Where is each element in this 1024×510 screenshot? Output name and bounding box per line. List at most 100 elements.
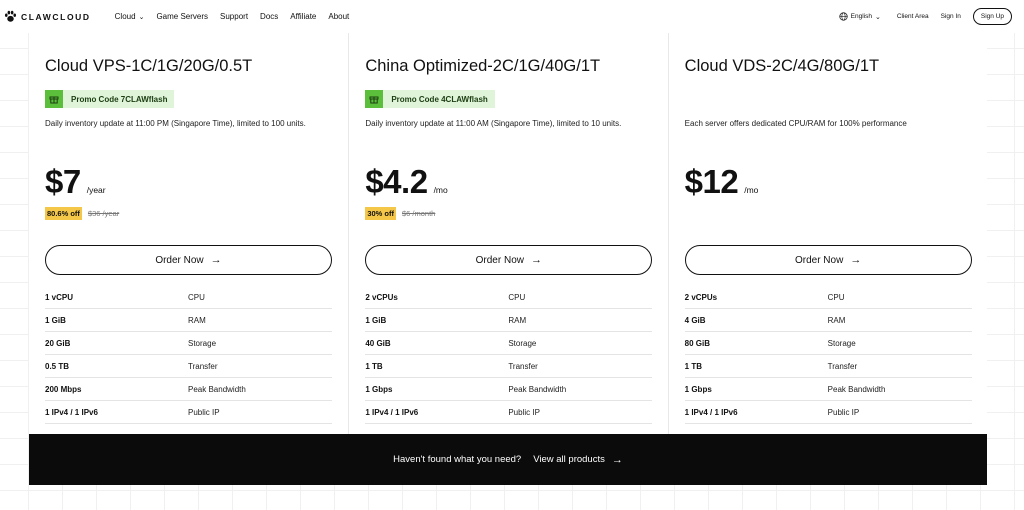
price-row: $4.2 /mo	[365, 163, 447, 201]
promo-badge: Promo Code 7CLAWflash	[45, 90, 175, 108]
nav-item-label: Cloud	[114, 12, 136, 21]
spec-label: Storage	[508, 338, 537, 348]
spec-row: 1 GiB RAM	[45, 309, 332, 332]
arrow-right-icon: →	[531, 254, 542, 266]
spec-label: Storage	[188, 338, 217, 348]
plan-cards: Cloud VPS-1C/1G/20G/0.5T Promo Code 7CLA…	[29, 33, 987, 434]
spec-label: Peak Bandwidth	[508, 384, 567, 394]
spec-value: 2 vCPUs	[684, 292, 718, 302]
spec-value: 1 vCPU	[45, 292, 74, 302]
spec-value: 1 GiB	[365, 315, 387, 325]
nav-item-label: About	[328, 12, 350, 21]
brand-logo[interactable]: CLAWCLOUD	[4, 10, 91, 23]
sign-in-link[interactable]: Sign In	[941, 13, 961, 20]
language-selector[interactable]: English ⌄	[839, 12, 881, 21]
spec-value: 1 GiB	[45, 315, 66, 325]
nav-item-support[interactable]: Support	[220, 12, 248, 21]
spec-row: 1 TB Transfer	[684, 355, 972, 378]
paw-icon	[4, 10, 17, 22]
spec-label: Public IP	[508, 407, 540, 417]
spec-value: 1 Gbps	[684, 384, 712, 394]
plan-title: China Optimized-2C/1G/40G/1T	[365, 57, 601, 75]
spec-row: 1 vCPU CPU	[45, 286, 332, 309]
banner-question: Haven't found what you need?	[393, 454, 522, 465]
nav-item-game-servers[interactable]: Game Servers	[156, 12, 208, 21]
spec-label: CPU	[188, 292, 205, 302]
plan-card-cloud-vds: Cloud VDS-2C/4G/80G/1T Each server offer…	[667, 33, 987, 434]
promo-code: Promo Code 7CLAWflash	[71, 94, 168, 104]
spec-value: 40 GiB	[365, 338, 391, 348]
spec-row: 2 vCPUs CPU	[365, 286, 653, 309]
spec-row: 4 GiB RAM	[684, 309, 972, 332]
nav-item-docs[interactable]: Docs	[260, 12, 278, 21]
order-label: Order Now	[475, 254, 524, 266]
spec-label: CPU	[827, 292, 845, 302]
order-now-button[interactable]: Order Now →	[684, 245, 972, 275]
nav-item-affiliate[interactable]: Affiliate	[290, 12, 316, 21]
spec-row: 1 GiB RAM	[365, 309, 653, 332]
plan-price: $12	[684, 163, 739, 200]
nav-item-label: Affiliate	[290, 12, 317, 21]
spec-value: 1 IPv4 / 1 IPv6	[365, 407, 419, 417]
spec-value: 4 GiB	[684, 315, 706, 325]
spec-label: RAM	[827, 315, 846, 325]
spec-label: RAM	[508, 315, 527, 325]
spec-row: 1 Gbps Peak Bandwidth	[365, 378, 653, 401]
original-price: $36 /year	[87, 209, 120, 218]
promo-badge: Promo Code 4CLAWflash	[365, 90, 495, 108]
spec-label: Transfer	[508, 361, 538, 371]
nav-item-label: Game Servers	[156, 12, 209, 21]
spec-value: 0.5 TB	[45, 361, 70, 371]
plan-price: $4.2	[365, 163, 428, 200]
order-now-button[interactable]: Order Now →	[365, 245, 653, 275]
price-period: /mo	[433, 185, 448, 195]
original-price: $6 /month	[402, 209, 436, 218]
spec-label: Public IP	[827, 407, 860, 417]
spec-value: 200 Mbps	[45, 384, 82, 394]
spec-label: Storage	[827, 338, 856, 348]
brand-name: CLAWCLOUD	[21, 11, 91, 22]
spec-row: 200 Mbps Peak Bandwidth	[45, 378, 332, 401]
spec-value: 1 IPv4 / 1 IPv6	[684, 407, 738, 417]
discount-badge: 30% off	[365, 207, 396, 220]
spec-list: 2 vCPUs CPU 4 GiB RAM 80 GiB Storage 1 TB Tr…	[684, 286, 972, 424]
spec-row: 1 IPv4 / 1 IPv6 Public IP	[684, 401, 972, 424]
order-label: Order Now	[794, 254, 844, 266]
spec-label: Peak Bandwidth	[188, 384, 246, 394]
products-banner: Haven't found what you need? View all pr…	[29, 434, 987, 485]
language-label: English	[850, 13, 872, 20]
spec-value: 1 TB	[365, 361, 383, 371]
gift-icon	[365, 90, 384, 108]
spec-label: Peak Bandwidth	[827, 384, 886, 394]
plan-card-china-optimized: China Optimized-2C/1G/40G/1T Promo Code …	[348, 33, 667, 434]
banner-link-label: View all products	[533, 454, 605, 465]
spec-value: 1 IPv4 / 1 IPv6	[45, 407, 98, 417]
arrow-right-icon: →	[611, 453, 623, 466]
spec-label: RAM	[188, 315, 206, 325]
spec-label: Public IP	[188, 407, 220, 417]
promo-code: Promo Code 4CLAWflash	[391, 94, 488, 104]
spec-list: 1 vCPU CPU 1 GiB RAM 20 GiB Storage 0.5 TB T…	[45, 286, 332, 424]
price-row: $7 /year	[45, 163, 106, 201]
spec-row: 1 IPv4 / 1 IPv6 Public IP	[365, 401, 653, 424]
price-period: /mo	[744, 185, 759, 195]
plan-title: Cloud VPS-1C/1G/20G/0.5T	[45, 57, 253, 75]
spec-value: 1 TB	[684, 361, 702, 371]
spec-row: 40 GiB Storage	[365, 332, 653, 355]
nav-item-cloud[interactable]: Cloud ⌄	[115, 12, 145, 21]
plan-card-cloud-vps: Cloud VPS-1C/1G/20G/0.5T Promo Code 7CLA…	[29, 33, 348, 434]
sign-up-button[interactable]: Sign Up	[972, 8, 1012, 25]
nav-item-about[interactable]: About	[328, 12, 349, 21]
client-area-link[interactable]: Client Area	[897, 13, 929, 20]
plan-description: Daily inventory update at 11:00 AM (Sing…	[365, 119, 622, 128]
nav-right: English ⌄ Client Area Sign In Sign Up	[839, 8, 1012, 25]
chevron-down-icon: ⌄	[874, 13, 881, 21]
spec-row: 2 vCPUs CPU	[684, 286, 972, 309]
order-now-button[interactable]: Order Now →	[45, 245, 332, 275]
view-all-products-link[interactable]: View all products →	[533, 454, 623, 466]
nav-item-label: Docs	[260, 12, 279, 21]
discount-badge: 80.6% off	[45, 207, 82, 220]
nav-links: Cloud ⌄ Game Servers Support Docs Affili…	[115, 12, 362, 21]
chevron-down-icon: ⌄	[138, 13, 145, 21]
gift-icon	[45, 90, 63, 108]
